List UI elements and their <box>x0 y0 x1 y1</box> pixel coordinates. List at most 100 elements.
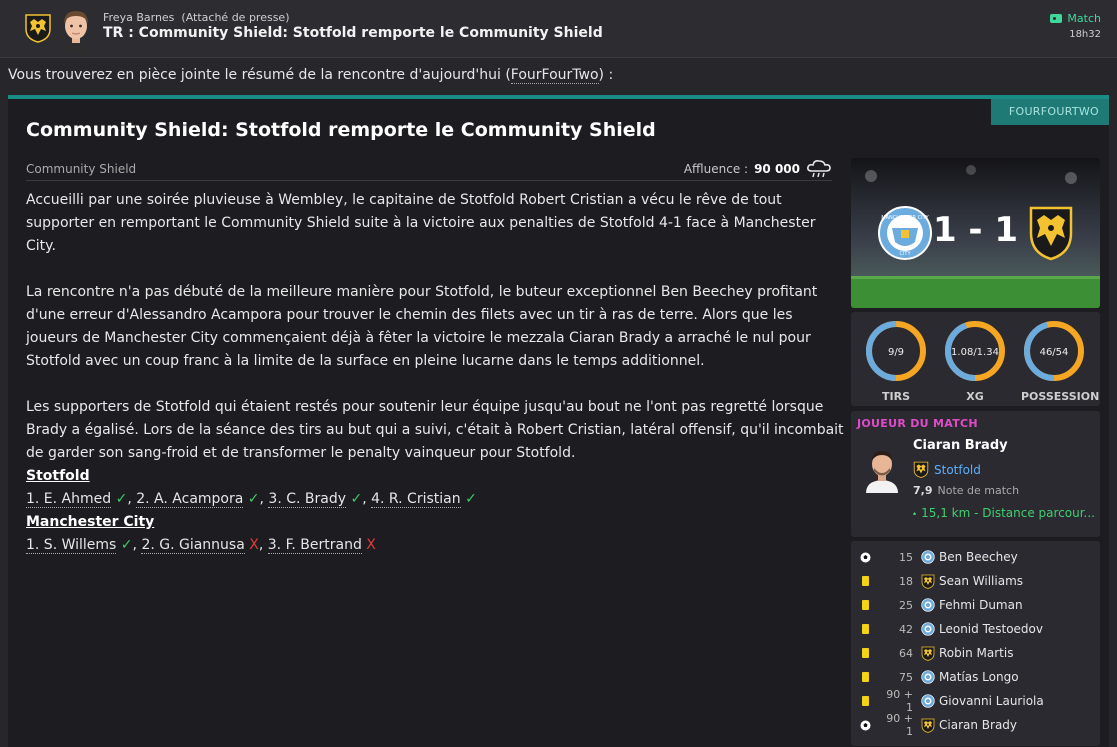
match-event-row[interactable]: 18 Sean Williams <box>851 569 1100 593</box>
penalty-kick-player[interactable]: 2. G. Giannusa <box>141 537 245 554</box>
stat-possession: 46/54 POSSESSION <box>1021 318 1099 403</box>
article-body: Accueilli par une soirée pluvieuse à Wem… <box>26 189 844 488</box>
penalty-shootout: Stotfold 1. E. Ahmed ✓, 2. A. Acampora ✓… <box>26 465 477 557</box>
possession-ring: 46/54 <box>1024 321 1084 381</box>
message-tag-label: Match <box>1067 12 1101 25</box>
event-player[interactable]: Leonid Testoedov <box>939 622 1043 636</box>
penalty-kick-player[interactable]: 4. R. Cristian <box>371 491 461 508</box>
message-header: Freya Barnes (Attaché de presse) TR : Co… <box>0 0 1117 58</box>
match-event-row[interactable]: 75 Matías Longo <box>851 665 1100 689</box>
event-minute: 90 + 1 <box>886 712 913 738</box>
match-event-row[interactable]: 25 Fehmi Duman <box>851 593 1100 617</box>
penalty-kick-player[interactable]: 1. E. Ahmed <box>26 491 112 508</box>
manchester-city-crest-icon <box>919 598 937 612</box>
stotfold-crest-icon <box>24 13 52 43</box>
penalty-scored-icon: ✓ <box>115 491 128 507</box>
penalty-team-1[interactable]: Stotfold <box>26 465 477 488</box>
match-score: 1 - 1 <box>932 210 1019 250</box>
fourfourtwo-link[interactable]: FourFourTwo <box>510 67 599 84</box>
potm-rating-value: 7,9 <box>913 484 933 497</box>
competition-name[interactable]: Community Shield <box>26 162 136 176</box>
penalty-kick-player[interactable]: 1. S. Willems <box>26 537 117 554</box>
attendance-label: Affluence : <box>683 162 749 176</box>
penalty-list-team-2: 1. S. Willems ✓, 2. G. Giannusa X, 3. F.… <box>26 537 376 554</box>
event-player[interactable]: Sean Williams <box>939 574 1023 588</box>
stat-xg-label: XG <box>966 390 984 403</box>
event-minute: 42 <box>899 622 913 636</box>
article-paragraph-2: La rencontre n'a pas débuté de la meille… <box>26 284 818 369</box>
event-player[interactable]: Fehmi Duman <box>939 598 1023 612</box>
sender-avatar[interactable] <box>56 6 96 54</box>
penalty-list-team-1: 1. E. Ahmed ✓, 2. A. Acampora ✓, 3. C. B… <box>26 491 477 508</box>
goal-ball-icon <box>851 552 879 563</box>
match-score-panel[interactable]: MANCHESTER CITY CITY 1 - 1 <box>851 158 1100 308</box>
sender-role: (Attaché de presse) <box>181 11 290 24</box>
penalty-scored-icon: ✓ <box>350 491 363 507</box>
penalty-scored-icon: ✓ <box>120 537 133 553</box>
manchester-city-crest-icon <box>919 670 937 684</box>
event-minute: 15 <box>899 550 913 564</box>
stotfold-crest-small-icon <box>913 461 929 478</box>
potm-rating: 7,9 Note de match <box>913 484 1019 497</box>
penalty-team-2[interactable]: Manchester City <box>26 511 477 534</box>
sender-line: Freya Barnes (Attaché de presse) <box>103 11 290 24</box>
penalty-scored-icon: ✓ <box>247 491 260 507</box>
intro-text: Vous trouverez en pièce jointe le résumé… <box>8 67 511 83</box>
event-player[interactable]: Giovanni Lauriola <box>939 694 1044 708</box>
penalty-kick-player[interactable]: 3. C. Brady <box>268 491 347 508</box>
penalty-kick-player[interactable]: 2. A. Acampora <box>136 491 244 508</box>
match-event-row[interactable]: 15 Ben Beechey <box>851 545 1100 569</box>
potm-distance: 15,1 km - Distance parcour... <box>913 506 1095 520</box>
player-of-match-panel[interactable]: JOUEUR DU MATCH Ciaran Brady Stotfold 7,… <box>851 411 1100 537</box>
match-event-row[interactable]: 42 Leonid Testoedov <box>851 617 1100 641</box>
article-paragraph-3: Les supporters de Stotfold qui étaient r… <box>26 399 844 461</box>
event-player[interactable]: Ciaran Brady <box>939 718 1017 732</box>
manchester-city-crest-icon <box>919 694 937 708</box>
svg-text:CITY: CITY <box>899 251 911 257</box>
manchester-city-crest-icon <box>919 622 937 636</box>
stotfold-crest-icon <box>919 718 937 733</box>
source-tab: FOURFOURTWO <box>990 99 1109 125</box>
article-paragraph-1: Accueilli par une soirée pluvieuse à Wem… <box>26 192 816 254</box>
potm-heading: JOUEUR DU MATCH <box>857 417 978 430</box>
match-events-panel: 15 Ben Beechey 18 Sean Williams 25 Fehmi Duma… <box>851 541 1100 746</box>
potm-rating-label: Note de match <box>937 484 1020 497</box>
match-event-row[interactable]: 90 + 1 Ciaran Brady <box>851 712 1100 738</box>
event-player[interactable]: Ben Beechey <box>939 550 1018 564</box>
manchester-city-crest-icon <box>919 550 937 564</box>
intro-text-end: ) : <box>598 67 614 83</box>
potm-club-name: Stotfold <box>934 462 981 477</box>
message-subject: TR : Community Shield: Stotfold remporte… <box>103 25 603 41</box>
stat-xg: 1.08/1.34 XG <box>942 318 1008 403</box>
article-card: FOURFOURTWO Community Shield: Stotfold r… <box>8 95 1109 747</box>
penalty-scored-icon: ✓ <box>465 491 477 507</box>
penalty-missed-icon: X <box>249 537 259 553</box>
article-meta: Community Shield Affluence : 90 000 <box>26 159 832 181</box>
match-event-row[interactable]: 90 + 1 Giovanni Lauriola <box>851 688 1100 714</box>
yellow-card-icon <box>851 624 879 634</box>
event-player[interactable]: Matías Longo <box>939 670 1019 684</box>
match-stats-panel: 9/9 TIRS 1.08/1.34 XG 46/54 POSSESSION <box>851 312 1100 406</box>
goal-ball-icon <box>851 720 879 731</box>
event-minute: 75 <box>899 670 913 684</box>
stat-shots: 9/9 TIRS <box>863 318 929 403</box>
penalty-kick-player[interactable]: 3. F. Bertrand <box>267 537 362 554</box>
message-tag[interactable]: Match <box>1050 12 1101 25</box>
yellow-card-icon <box>851 696 879 706</box>
yellow-card-icon <box>851 576 879 586</box>
penalty-missed-icon: X <box>366 537 376 553</box>
attendance-value: 90 000 <box>754 162 800 176</box>
event-minute: 18 <box>899 574 913 588</box>
rain-cloud-icon <box>807 160 831 178</box>
match-event-row[interactable]: 64 Robin Martis <box>851 641 1100 665</box>
stotfold-crest-icon <box>919 646 937 661</box>
stotfold-crest-icon <box>919 574 937 589</box>
event-player[interactable]: Robin Martis <box>939 646 1013 660</box>
xg-ring: 1.08/1.34 <box>945 321 1005 381</box>
potm-name[interactable]: Ciaran Brady <box>913 438 1008 453</box>
potm-club[interactable]: Stotfold <box>913 461 981 478</box>
ring-value: 9/9 <box>888 347 904 358</box>
tag-icon <box>1050 14 1063 23</box>
ring-value: 46/54 <box>1040 347 1069 358</box>
yellow-card-icon <box>851 648 879 658</box>
